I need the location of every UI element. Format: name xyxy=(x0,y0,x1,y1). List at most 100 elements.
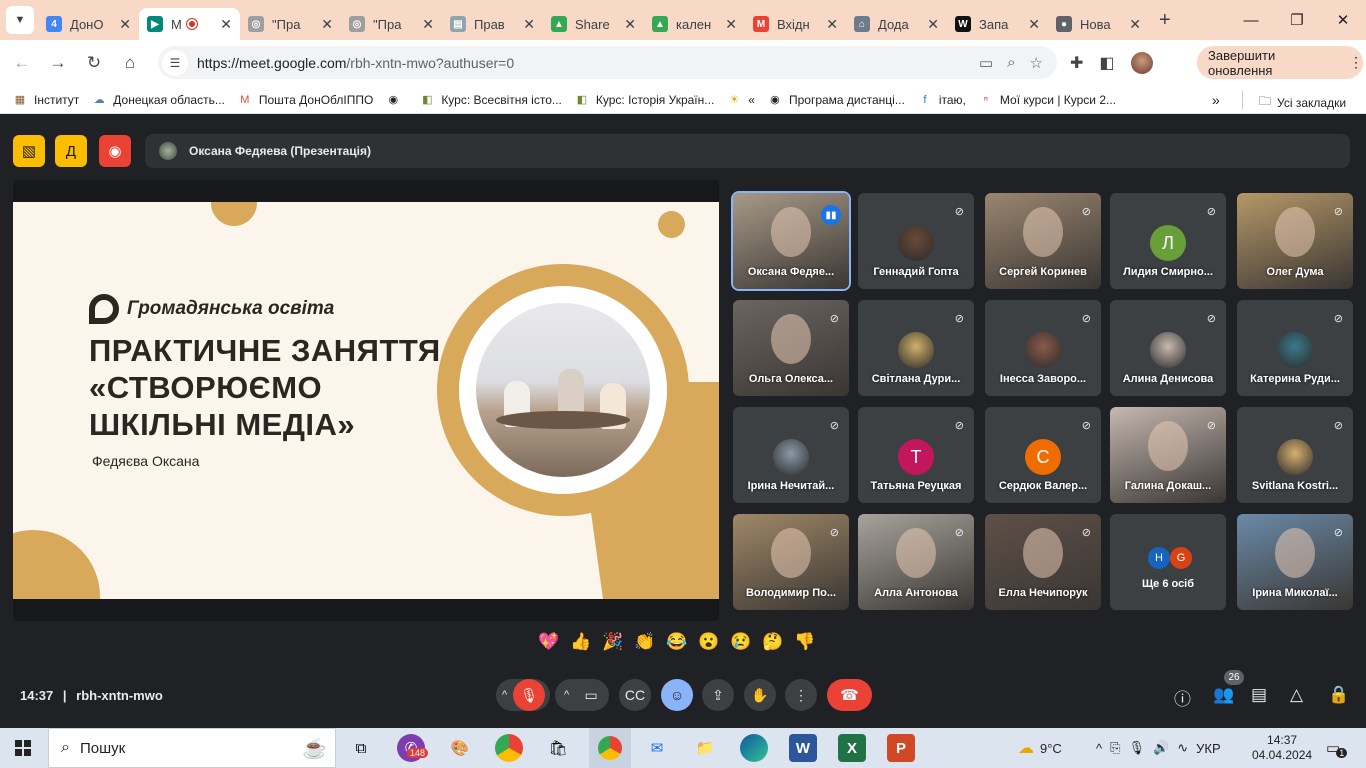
participant-tile[interactable]: ⊘ Елла Нечипорук xyxy=(985,514,1101,610)
all-bookmarks-button[interactable]: 🗀 Усі закладки xyxy=(1259,92,1346,113)
home-button[interactable]: ⌂ xyxy=(112,45,148,81)
close-tab-icon[interactable]: ✕ xyxy=(826,16,838,33)
reaction-emoji-button[interactable]: 🎉 xyxy=(601,632,625,652)
close-tab-icon[interactable]: ✕ xyxy=(725,16,737,33)
bookmark-item[interactable]: M Пошта ДонОблІППО xyxy=(237,93,373,107)
browser-tab[interactable]: W Запа ✕ xyxy=(947,8,1048,40)
close-tab-icon[interactable]: ✕ xyxy=(422,16,434,33)
close-tab-icon[interactable]: ✕ xyxy=(927,16,939,33)
clock[interactable]: 14:37 04.04.2024 xyxy=(1252,728,1312,768)
chrome-icon[interactable] xyxy=(495,734,523,762)
participant-tile[interactable]: H G Ще 6 осіб xyxy=(1110,514,1226,610)
chevron-up-icon[interactable]: ^ xyxy=(564,689,569,701)
extensions-icon[interactable]: ✚ xyxy=(1070,53,1083,73)
reaction-emoji-button[interactable]: 👍 xyxy=(569,632,593,652)
powerpoint-icon[interactable]: P xyxy=(887,734,915,762)
close-tab-icon[interactable]: ✕ xyxy=(321,16,333,33)
participant-tile[interactable]: ⊘ Володимир По... xyxy=(733,514,849,610)
participant-tile[interactable]: ⊘ Світлана Дури... xyxy=(858,300,974,396)
forward-button[interactable]: → xyxy=(40,45,76,81)
site-info-icon[interactable]: ☰ xyxy=(162,49,188,76)
bookmark-item[interactable]: ⁿ Мої курси | Курси 2... xyxy=(978,93,1116,107)
participant-tile[interactable]: ⊘ Ірина Миколаї... xyxy=(1237,514,1353,610)
participant-tile[interactable]: ⊘ Алла Антонова xyxy=(858,514,974,610)
update-button[interactable]: Завершити оновлення ⋮ xyxy=(1197,46,1363,79)
people-icon[interactable]: 👥 xyxy=(1213,685,1234,705)
profile-avatar[interactable] xyxy=(1130,51,1153,74)
store-icon[interactable]: 🛍 xyxy=(544,734,572,762)
camera-toggle-button[interactable]: ▭ xyxy=(575,679,608,711)
browser-tab[interactable]: ◎ "Пра ✕ xyxy=(240,8,341,40)
present-button[interactable]: ⇪ xyxy=(702,679,734,711)
browser-tab[interactable]: ⌂ Дода ✕ xyxy=(846,8,947,40)
leave-call-button[interactable]: ☎ xyxy=(827,679,872,711)
language-indicator[interactable]: УКР xyxy=(1196,741,1221,756)
close-tab-icon[interactable]: ✕ xyxy=(1129,16,1141,33)
bookmark-item[interactable]: ☁ Донецкая область... xyxy=(91,93,225,107)
presentation-stage[interactable]: Громадянська освіта ПРАКТИЧНЕ ЗАНЯТТЯ «С… xyxy=(13,180,719,621)
raise-hand-button[interactable]: ✋ xyxy=(744,679,776,711)
participant-tile[interactable]: ⊘ Геннадий Гопта xyxy=(858,193,974,289)
start-button[interactable] xyxy=(0,728,46,768)
tab-search-button[interactable]: ▼ xyxy=(6,6,34,34)
url-text[interactable]: https://meet.google.com/rbh-xntn-mwo?aut… xyxy=(197,55,514,71)
side-panel-icon[interactable]: ◧ xyxy=(1099,53,1114,73)
back-button[interactable]: ← xyxy=(4,45,40,81)
emoji-button[interactable]: ☺ xyxy=(661,679,693,711)
bookmark-star-icon[interactable]: ☆ xyxy=(1030,54,1043,72)
wifi-icon[interactable]: ∿ xyxy=(1177,740,1188,756)
bookmark-item[interactable]: f ітаю, xyxy=(917,93,966,107)
microphone-icon[interactable]: 🎙 xyxy=(1129,740,1146,756)
recording-button[interactable]: ◉ xyxy=(99,135,131,167)
participant-tile[interactable]: Т ⊘ Татьяна Реуцкая xyxy=(858,407,974,503)
notifications-button[interactable]: ▭ 1 xyxy=(1326,728,1348,768)
participant-tile[interactable]: ▮▮ Оксана Федяе... xyxy=(733,193,849,289)
reaction-emoji-button[interactable]: 😮 xyxy=(697,632,721,652)
close-tab-icon[interactable]: ✕ xyxy=(1028,16,1040,33)
participant-tile[interactable]: ⊘ Svitlana Kostri... xyxy=(1237,407,1353,503)
bookmark-item[interactable]: ◧ Курс: Всесвітня істо... xyxy=(419,93,562,107)
participant-tile[interactable]: ⊘ Галина Докаш... xyxy=(1110,407,1226,503)
taskbar-search[interactable]: ⌕ Пошук ☕ xyxy=(48,728,336,768)
address-bar[interactable]: ☰ https://meet.google.com/rbh-xntn-mwo?a… xyxy=(158,46,1057,79)
browser-tab[interactable]: ● Нова ✕ xyxy=(1048,8,1149,40)
participant-tile[interactable]: ⊘ Ірина Нечитай... xyxy=(733,407,849,503)
zoom-icon[interactable]: ⌕ xyxy=(1007,54,1015,72)
close-tab-icon[interactable]: ✕ xyxy=(119,16,131,33)
close-window-icon[interactable]: ✕ xyxy=(1320,0,1366,40)
edge-icon[interactable] xyxy=(740,734,768,762)
tile-layout-button[interactable]: Д xyxy=(55,135,87,167)
participant-tile[interactable]: ⊘ Олег Дума xyxy=(1237,193,1353,289)
participant-tile[interactable]: ⊘ Інесса Заворо... xyxy=(985,300,1101,396)
chat-icon[interactable]: ▤ xyxy=(1251,685,1267,705)
close-tab-icon[interactable]: ✕ xyxy=(220,16,232,33)
participant-tile[interactable]: ⊘ Катерина Руди... xyxy=(1237,300,1353,396)
mail-icon[interactable]: ✉ xyxy=(643,734,671,762)
excel-icon[interactable]: X xyxy=(838,734,866,762)
restore-icon[interactable]: ❐ xyxy=(1274,0,1320,40)
participant-tile[interactable]: С ⊘ Сердюк Валер... xyxy=(985,407,1101,503)
activities-icon[interactable]: △ xyxy=(1290,685,1303,705)
reaction-emoji-button[interactable]: 😂 xyxy=(665,632,689,652)
browser-tab[interactable]: ▶ M ✕ xyxy=(139,8,240,40)
bookmark-item[interactable]: ◉ Програма дистанці... xyxy=(767,93,905,107)
close-tab-icon[interactable]: ✕ xyxy=(523,16,535,33)
chevron-up-icon[interactable]: ^ xyxy=(1096,741,1102,756)
browser-tab[interactable]: ▲ кален ✕ xyxy=(644,8,745,40)
usb-icon[interactable]: ⎘ xyxy=(1110,740,1120,756)
close-tab-icon[interactable]: ✕ xyxy=(624,16,636,33)
minimize-icon[interactable]: — xyxy=(1228,0,1274,40)
reaction-emoji-button[interactable]: 💖 xyxy=(537,632,561,652)
participant-tile[interactable]: ⊘ Сергей Коринев xyxy=(985,193,1101,289)
bookmark-item[interactable]: ◧ Курс: Історія Україн... xyxy=(574,93,715,107)
reload-button[interactable]: ↻ xyxy=(76,45,112,81)
reaction-emoji-button[interactable]: 🤔 xyxy=(761,632,785,652)
browser-tab[interactable]: ▲ Share ✕ xyxy=(543,8,644,40)
mic-toggle-button[interactable]: 🎙 xyxy=(513,679,546,711)
reaction-emoji-button[interactable]: 👎 xyxy=(793,632,817,652)
participant-tile[interactable]: Л ⊘ Лидия Смирно... xyxy=(1110,193,1226,289)
browser-tab[interactable]: ◎ "Пра ✕ xyxy=(341,8,442,40)
participant-tile[interactable]: ⊘ Алина Денисова xyxy=(1110,300,1226,396)
bookmarks-overflow-button[interactable]: » xyxy=(1212,92,1220,108)
host-controls-icon[interactable]: 🔒 xyxy=(1328,685,1349,705)
